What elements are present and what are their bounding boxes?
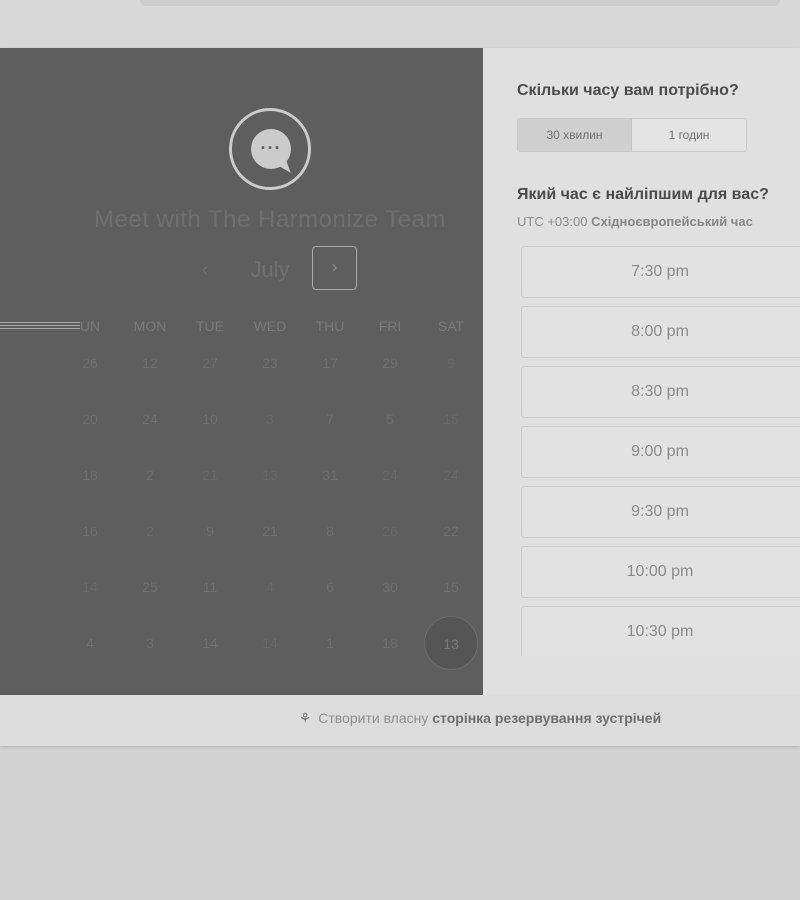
- meeting-title: Meet with The Harmonize Team: [94, 206, 446, 233]
- calendar-panel: ··· Meet with The Harmonize Team ‹ July …: [0, 48, 483, 695]
- calendar-day[interactable]: 27: [180, 348, 240, 378]
- time-slot[interactable]: 7:30 pm: [521, 246, 800, 298]
- month-label: July: [250, 257, 290, 282]
- calendar-day[interactable]: 22: [421, 516, 481, 546]
- booking-card: ··· Meet with The Harmonize Team ‹ July …: [0, 48, 800, 746]
- time-slot[interactable]: 9:00 pm: [521, 426, 800, 478]
- chat-bubble-shape: ···: [251, 129, 291, 169]
- blurred-header-text: [140, 0, 780, 6]
- timezone-label[interactable]: UTC +03:00 Східноєвропейський час: [517, 214, 753, 229]
- duration-option-30min[interactable]: 30 хвилин: [518, 119, 632, 151]
- hubspot-sprocket-icon: ⚘: [298, 710, 312, 726]
- time-slot[interactable]: 10:30 pm: [521, 606, 800, 656]
- calendar-day[interactable]: 15: [421, 572, 481, 602]
- calendar-day[interactable]: 14: [180, 628, 240, 658]
- duration-question: Скільки часу вам потрібно?: [517, 82, 739, 99]
- calendar-day[interactable]: 6: [300, 572, 360, 602]
- timezone-offset: UTC +03:00: [517, 214, 588, 229]
- duration-selector: 30 хвилин 1 годин: [517, 118, 747, 152]
- time-question: Який час є найліпшим для вас?: [517, 186, 769, 203]
- duration-option-1hour[interactable]: 1 годин: [632, 119, 746, 151]
- calendar-day[interactable]: 2: [120, 516, 180, 546]
- calendar-day[interactable]: 21: [240, 516, 300, 546]
- calendar-day[interactable]: 18: [360, 628, 420, 658]
- chat-bubble-icon: ···: [229, 108, 311, 190]
- top-bar: [0, 0, 800, 48]
- calendar-day[interactable]: 14: [60, 572, 120, 602]
- calendar-day[interactable]: 26: [60, 348, 120, 378]
- calendar-day[interactable]: 24: [360, 460, 420, 490]
- weekday-header: THU: [315, 318, 345, 334]
- calendar-day[interactable]: 13: [240, 460, 300, 490]
- calendar-day[interactable]: 23: [240, 348, 300, 378]
- calendar-day[interactable]: 24: [120, 404, 180, 434]
- footer-prefix: Створити власну: [318, 710, 429, 726]
- ellipsis-icon: ···: [260, 138, 282, 158]
- time-slot[interactable]: 10:00 pm: [521, 546, 800, 598]
- calendar-day[interactable]: 12: [120, 348, 180, 378]
- calendar-day[interactable]: 25: [120, 572, 180, 602]
- timezone-name: Східноєвропейський час: [591, 214, 753, 229]
- calendar-day[interactable]: 17: [300, 348, 360, 378]
- weekday-header: WED: [253, 318, 287, 334]
- calendar-day[interactable]: 5: [360, 404, 420, 434]
- weekday-header: TUE: [196, 318, 224, 334]
- calendar-day[interactable]: 4: [60, 628, 120, 658]
- calendar-day[interactable]: 11: [180, 572, 240, 602]
- calendar-day[interactable]: 15: [421, 404, 481, 434]
- calendar-day[interactable]: 9: [180, 516, 240, 546]
- calendar-day[interactable]: 9: [421, 348, 481, 378]
- calendar-day[interactable]: 1: [300, 628, 360, 658]
- calendar-day[interactable]: 16: [60, 516, 120, 546]
- time-slot[interactable]: 8:00 pm: [521, 306, 800, 358]
- footer: ⚘ Створити власну сторінка резервування …: [0, 695, 800, 746]
- time-slot-list: 7:30 pm 8:00 pm 8:30 pm 9:00 pm 9:30 pm …: [521, 246, 800, 656]
- weekday-header: UN: [79, 318, 101, 334]
- calendar-day[interactable]: 21: [180, 460, 240, 490]
- calendar-day[interactable]: 31: [300, 460, 360, 490]
- calendar-day[interactable]: 26: [360, 516, 420, 546]
- chevron-right-icon: ›: [331, 257, 338, 277]
- selected-day[interactable]: 13: [424, 616, 478, 670]
- weekday-header: SAT: [437, 318, 465, 334]
- calendar-day[interactable]: 2: [120, 460, 180, 490]
- calendar-day[interactable]: 3: [240, 404, 300, 434]
- create-booking-page-link[interactable]: сторінка резервування зустрічей: [432, 710, 661, 726]
- chevron-left-icon[interactable]: ‹: [190, 255, 220, 285]
- calendar-day[interactable]: 8: [300, 516, 360, 546]
- time-slot[interactable]: 9:30 pm: [521, 486, 800, 538]
- calendar-day[interactable]: 14: [240, 628, 300, 658]
- calendar-day[interactable]: 4: [240, 572, 300, 602]
- weekday-header: FRI: [378, 318, 402, 334]
- calendar-day[interactable]: 30: [360, 572, 420, 602]
- calendar-day[interactable]: 20: [60, 404, 120, 434]
- calendar-day[interactable]: 24: [421, 460, 481, 490]
- calendar-day[interactable]: 18: [60, 460, 120, 490]
- calendar-day[interactable]: 3: [120, 628, 180, 658]
- options-panel: Скільки часу вам потрібно? 30 хвилин 1 г…: [483, 48, 800, 695]
- time-slot[interactable]: 8:30 pm: [521, 366, 800, 418]
- calendar-day[interactable]: 10: [180, 404, 240, 434]
- calendar-day[interactable]: 29: [360, 348, 420, 378]
- weekday-header: MON: [133, 318, 167, 334]
- calendar-day[interactable]: 7: [300, 404, 360, 434]
- next-month-button[interactable]: ›: [312, 246, 357, 290]
